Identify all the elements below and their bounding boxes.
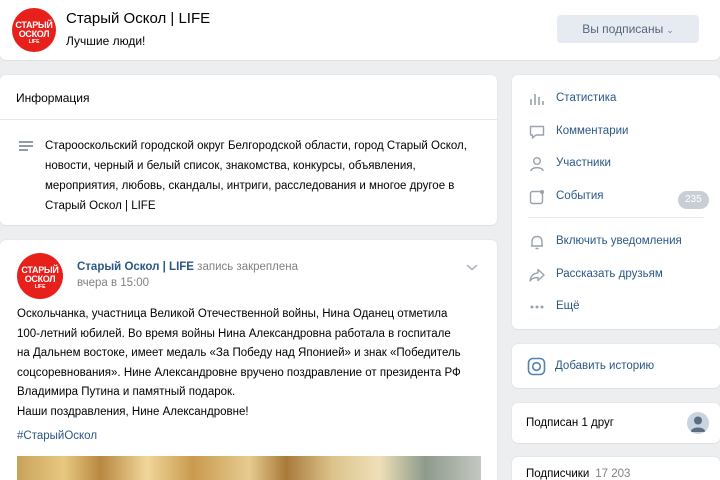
subscribed-friends-card[interactable]: Подписан 1 друг <box>512 403 720 443</box>
share-icon <box>529 268 545 282</box>
subscribers-title: Подписчики <box>526 468 590 480</box>
post-author-link[interactable]: Старый Оскол | LIFE <box>77 261 194 273</box>
menu-item-label: События <box>556 190 604 202</box>
more-dots-icon <box>530 305 544 309</box>
text-lines-icon <box>19 141 33 151</box>
pinned-post: СТАРЫЙ ОСКОЛ LIFE Старый Оскол | LIFE за… <box>0 240 497 480</box>
post-text-line: Оскольчанка, участница Великой Отечестве… <box>17 308 448 320</box>
menu-item-label: Ещё <box>556 300 580 312</box>
group-logo[interactable]: СТАРЫЙ ОСКОЛ LIFE <box>12 8 56 52</box>
post-text-line: соцсоревнования». Нине Александровне вру… <box>17 366 461 379</box>
group-description: Старооскольский городской округ Белгород… <box>45 140 467 212</box>
post-pinned-label: запись закреплена <box>197 261 298 273</box>
subscribers-card[interactable]: Подписчики 17 203 <box>512 457 720 480</box>
group-header: СТАРЫЙ ОСКОЛ LIFE Старый Оскол | LIFE Лу… <box>0 0 720 60</box>
logo-text-line-3: LIFE <box>34 284 46 290</box>
post-hashtag[interactable]: #СтарыйОскол <box>17 430 97 442</box>
menu-item-label: Участники <box>556 157 611 169</box>
add-story-label: Добавить историю <box>555 360 655 372</box>
divider <box>528 217 704 218</box>
friend-avatar-image <box>687 412 709 434</box>
menu-item-events[interactable]: События 235 <box>512 181 720 211</box>
post-text-line: Владимира Путина и памятный подарок. <box>17 386 236 398</box>
bar-chart-icon <box>530 94 544 105</box>
post-text: Оскольчанка, участница Великой Отечестве… <box>17 305 487 422</box>
subscribed-friends-label: Подписан 1 друг <box>526 417 614 429</box>
info-card: Информация Старооскольский городской окр… <box>0 75 497 225</box>
post-photo[interactable] <box>17 456 481 480</box>
chevron-down-icon: ⌄ <box>666 25 674 35</box>
instagram-icon <box>527 357 546 376</box>
menu-item-members[interactable]: Участники <box>512 148 720 178</box>
logo-text-line-3: LIFE <box>28 39 40 45</box>
menu-item-label: Включить уведомления <box>556 235 682 247</box>
post-menu-chevron-icon[interactable] <box>466 261 478 273</box>
post-text-line: 100-летний юбилей. Во время войны Нина А… <box>17 327 451 340</box>
logo-text-line-2: ОСКОЛ <box>18 29 50 39</box>
menu-item-more[interactable]: Ещё <box>512 291 720 321</box>
subscribed-button-label: Вы подписаны <box>582 22 664 36</box>
info-title: Информация <box>16 91 90 105</box>
add-story-card[interactable]: Добавить историю <box>512 344 720 388</box>
post-text-line: Наши поздравления, Нине Александровне! <box>17 405 249 418</box>
comment-icon <box>529 125 545 139</box>
post-author-avatar[interactable]: СТАРЫЙ ОСКОЛ LIFE <box>17 253 63 299</box>
subscribers-count: 17 203 <box>595 468 631 480</box>
menu-item-label: Статистика <box>556 92 617 104</box>
post-text-line: на Дальнем востоке, имеет медаль «За Поб… <box>17 347 461 359</box>
post-time[interactable]: вчера в 15:00 <box>77 277 149 289</box>
menu-item-statistics[interactable]: Статистика <box>512 83 720 113</box>
events-count-badge: 235 <box>678 191 709 209</box>
group-status: Лучшие люди! <box>66 34 146 48</box>
logo-text-line-2: ОСКОЛ <box>24 274 56 284</box>
group-name: Старый Оскол | LIFE <box>66 10 211 27</box>
post-author-line: Старый Оскол | LIFE запись закреплена <box>77 261 298 273</box>
friend-avatar[interactable] <box>687 412 709 434</box>
divider <box>0 119 497 120</box>
menu-item-notifications[interactable]: Включить уведомления <box>512 226 720 256</box>
calendar-icon <box>529 190 544 205</box>
user-icon <box>530 157 544 172</box>
menu-item-comments[interactable]: Комментарии <box>512 116 720 146</box>
group-actions-menu: Статистика Комментарии Участники События… <box>512 75 720 329</box>
menu-item-label: Комментарии <box>556 125 629 137</box>
subscribed-button[interactable]: Вы подписаны ⌄ <box>557 15 699 43</box>
menu-item-share[interactable]: Рассказать друзьям <box>512 259 720 289</box>
bell-icon <box>531 235 543 250</box>
subscribers-label: Подписчики 17 203 <box>526 468 630 480</box>
menu-item-label: Рассказать друзьям <box>556 268 663 280</box>
